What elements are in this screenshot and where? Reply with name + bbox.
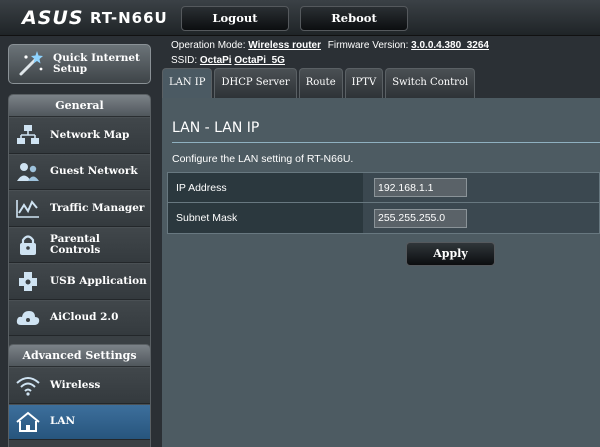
ip-address-label: IP Address [168,173,363,202]
sidebar-item-aicloud[interactable]: AiCloud 2.0 [9,299,150,336]
firmware-version-label: Firmware Version: [327,40,409,51]
firmware-version-link[interactable]: 3.0.0.4.380_3264 [411,40,489,51]
lan-tabs: LAN IP DHCP Server Route IPTV Switch Con… [162,68,477,98]
sidebar-item-guest-network[interactable]: Guest Network [9,153,150,190]
reboot-button[interactable]: Reboot [300,6,408,31]
tab-lan-ip[interactable]: LAN IP [162,68,213,98]
asus-logo: ASUS [22,7,84,29]
lan-ip-settings-table: IP Address Subnet Mask [167,172,600,234]
page-title: LAN - LAN IP [172,120,260,136]
table-row: Subnet Mask [168,203,599,233]
sidebar-item-label: AiCloud 2.0 [50,311,119,324]
operation-mode-link[interactable]: Wireless router [248,40,321,51]
traffic-manager-icon [15,196,41,220]
aicloud-icon [15,306,41,330]
sidebar-item-traffic-manager[interactable]: Traffic Manager [9,190,150,227]
sidebar-item-usb-application[interactable]: USB Application [9,263,150,300]
sidebar: Quick Internet Setup General Network Map [0,36,160,447]
sidebar-item-parental-controls[interactable]: Parental Controls [9,226,150,263]
magic-wand-icon [15,49,45,79]
quick-setup-label: Quick Internet Setup [53,52,140,75]
network-map-icon [15,123,41,147]
ssid-label: SSID: [171,55,198,66]
content-panel: LAN - LAN IP Configure the LAN setting o… [162,98,600,447]
operation-mode-label: Operation Mode: [171,40,246,51]
sidebar-item-network-map[interactable]: Network Map [9,117,150,154]
ip-address-cell [363,173,599,202]
status-info: Operation Mode: Wireless router Firmware… [171,38,489,68]
parental-controls-icon [15,233,41,257]
general-menu-title: General [9,95,150,117]
sidebar-item-label: Guest Network [50,165,138,178]
subnet-mask-label: Subnet Mask [168,203,363,233]
home-icon [15,410,41,434]
table-row: IP Address [168,173,599,203]
usb-application-icon [15,269,41,293]
advanced-settings-title: Advanced Settings [9,345,150,367]
sidebar-item-label: USB Application [50,274,147,287]
ip-address-input[interactable] [374,178,467,197]
general-menu: General Network Map Guest Network Traffi… [8,94,151,374]
ssid-link-24ghz[interactable]: OctaPi [200,55,232,66]
tab-switch-control[interactable]: Switch Control [385,68,476,98]
top-bar: ASUS RT-N66U Logout Reboot [0,0,600,36]
logout-button[interactable]: Logout [181,6,289,31]
page-description: Configure the LAN setting of RT-N66U. [172,153,354,165]
subnet-mask-input[interactable] [374,208,467,228]
quick-internet-setup-button[interactable]: Quick Internet Setup [8,44,151,84]
tab-route[interactable]: Route [298,68,343,98]
sidebar-item-label: LAN [50,415,76,428]
tab-iptv[interactable]: IPTV [344,68,384,98]
wireless-icon [15,373,41,397]
sidebar-item-label: Wireless [50,378,101,391]
sidebar-item-wireless[interactable]: Wireless [9,367,150,404]
sidebar-item-label: Network Map [50,128,130,141]
subnet-mask-cell [363,203,599,233]
router-model: RT-N66U [90,9,168,27]
sidebar-item-label: Parental Controls [50,232,101,256]
apply-button[interactable]: Apply [406,242,495,266]
guest-network-icon [15,160,41,184]
title-divider [172,142,600,143]
ssid-link-5ghz[interactable]: OctaPi_5G [234,55,285,66]
sidebar-item-label: Traffic Manager [50,201,145,214]
tab-dhcp-server[interactable]: DHCP Server [214,68,297,98]
advanced-settings-menu: Advanced Settings Wireless LAN [8,344,151,447]
sidebar-item-lan[interactable]: LAN [9,403,150,440]
